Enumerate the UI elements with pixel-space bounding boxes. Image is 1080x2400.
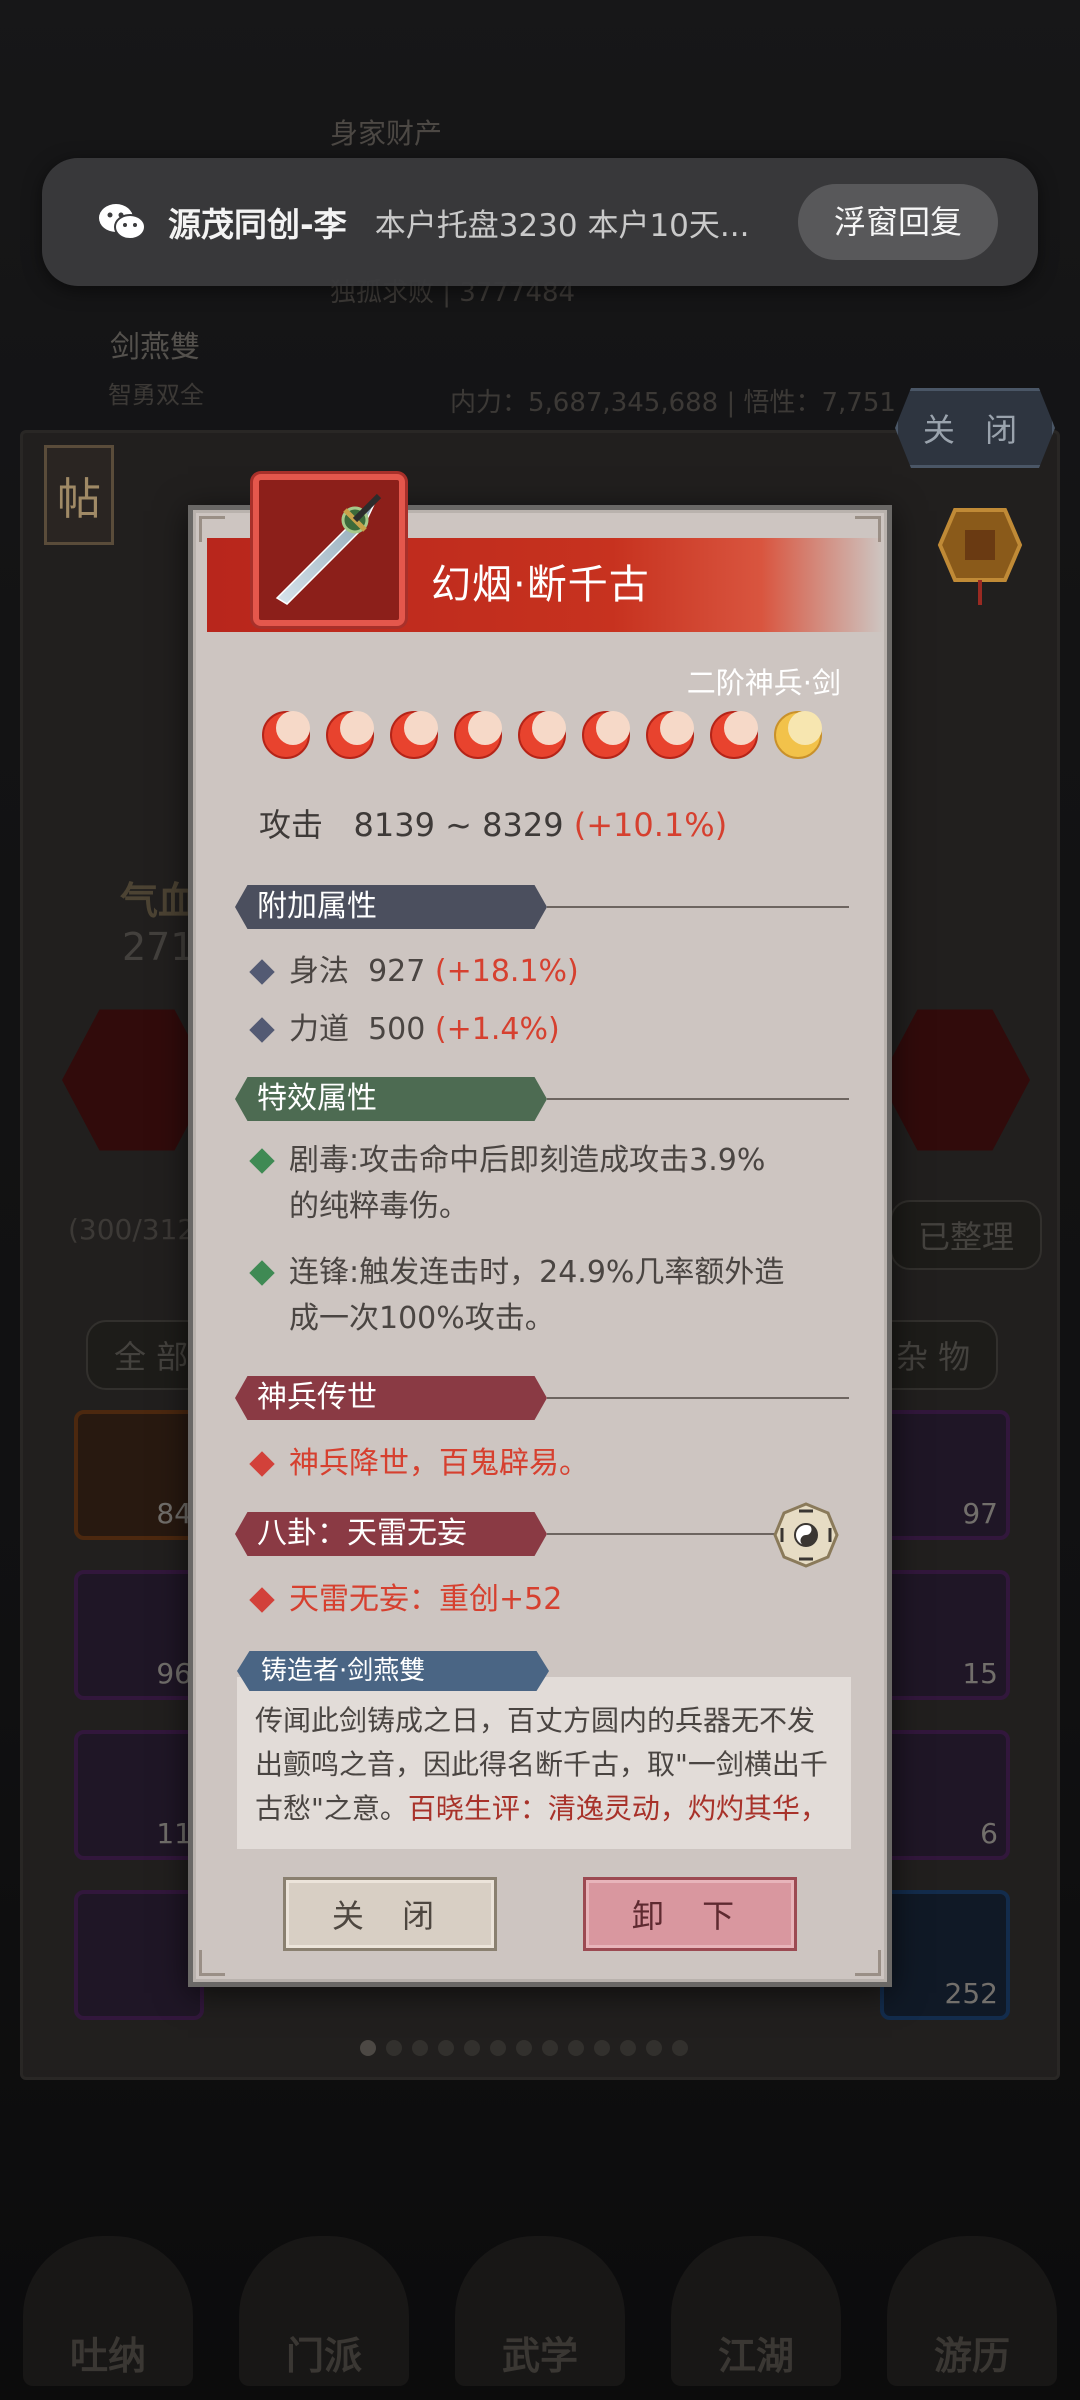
- close-button[interactable]: 关 闭: [283, 1877, 497, 1951]
- floating-reply-button[interactable]: 浮窗回复: [797, 184, 998, 260]
- panel-close-button[interactable]: 关 闭: [895, 388, 1055, 468]
- full-star-icon: [582, 711, 630, 759]
- full-star-icon: [646, 711, 694, 759]
- legendary-header: 神兵传世: [235, 1376, 849, 1420]
- item-icon-frame: [253, 474, 405, 626]
- notification-sender: 源茂同创-李: [168, 205, 347, 244]
- legendary-row: 神兵降世，百鬼辟易。: [249, 1441, 589, 1487]
- diamond-icon: [249, 1017, 275, 1043]
- star-rating: [261, 710, 823, 760]
- message-notification[interactable]: 源茂同创-李 本户托盘3230 本户10天... 浮窗回复: [42, 158, 1038, 286]
- attack-label: 攻击: [259, 806, 324, 844]
- section-title: 神兵传世: [235, 1376, 547, 1420]
- diamond-icon: [249, 1451, 275, 1477]
- half-star-icon: [774, 711, 822, 759]
- full-star-icon: [390, 711, 438, 759]
- item-detail-popup: 幻烟·断千古 二阶神兵·剑 攻击 8139 ~ 8329 (+10.1%) 附加…: [188, 474, 892, 1987]
- attack-bonus: (+10.1%): [573, 806, 728, 844]
- wechat-icon: [99, 204, 146, 240]
- screen: 身家财产 独孤求败 | 3777484 剑燕雙 智勇双全 内力：5,687,34…: [0, 0, 1080, 2400]
- notification-message: 本户托盘3230 本户10天...: [374, 207, 750, 244]
- diamond-icon: [249, 1260, 275, 1286]
- attack-value: 8139 ~ 8329: [353, 806, 564, 844]
- section-title: 八卦：天雷无妄: [235, 1512, 547, 1556]
- forger-tag: 铸造者·剑燕雙: [237, 1651, 549, 1691]
- full-star-icon: [262, 711, 310, 759]
- item-name: 幻烟·断千古: [431, 562, 650, 608]
- full-star-icon: [454, 711, 502, 759]
- lantern-icon: [937, 508, 1023, 605]
- sword-icon: [275, 493, 382, 605]
- extra-attribute-row: 身法 927 (+18.1%): [249, 949, 579, 995]
- bagua-icon[interactable]: [773, 1502, 839, 1568]
- lore-text: 传闻此剑铸成之日，百丈方圆内的兵器无不发出颤鸣之音，因此得名断千古，取"一剑横出…: [237, 1677, 851, 1849]
- diamond-icon: [249, 1148, 275, 1174]
- bagua-header: 八卦：天雷无妄: [235, 1512, 849, 1556]
- extra-attributes-header: 附加属性: [235, 885, 849, 929]
- item-grade: 二阶神兵·剑: [686, 666, 841, 700]
- extra-attribute-row: 力道 500 (+1.4%): [249, 1007, 560, 1053]
- section-title: 附加属性: [235, 885, 547, 929]
- full-star-icon: [518, 711, 566, 759]
- unequip-button[interactable]: 卸 下: [583, 1877, 797, 1951]
- special-effects-header: 特效属性: [235, 1077, 849, 1121]
- effect-row: 剧毒:攻击命中后即刻造成攻击3.9% 的纯粹毒伤。: [249, 1138, 765, 1230]
- section-title: 特效属性: [235, 1077, 547, 1121]
- attack-stat: 攻击 8139 ~ 8329 (+10.1%): [259, 800, 727, 846]
- full-star-icon: [710, 711, 758, 759]
- diamond-icon: [249, 1587, 275, 1613]
- full-star-icon: [326, 711, 374, 759]
- bagua-row: 天雷无妄：重创+52: [249, 1577, 562, 1623]
- post-button[interactable]: 帖: [44, 445, 114, 545]
- effect-row: 连锋:触发连击时，24.9%几率额外造 成一次100%攻击。: [249, 1250, 784, 1342]
- diamond-icon: [249, 959, 275, 985]
